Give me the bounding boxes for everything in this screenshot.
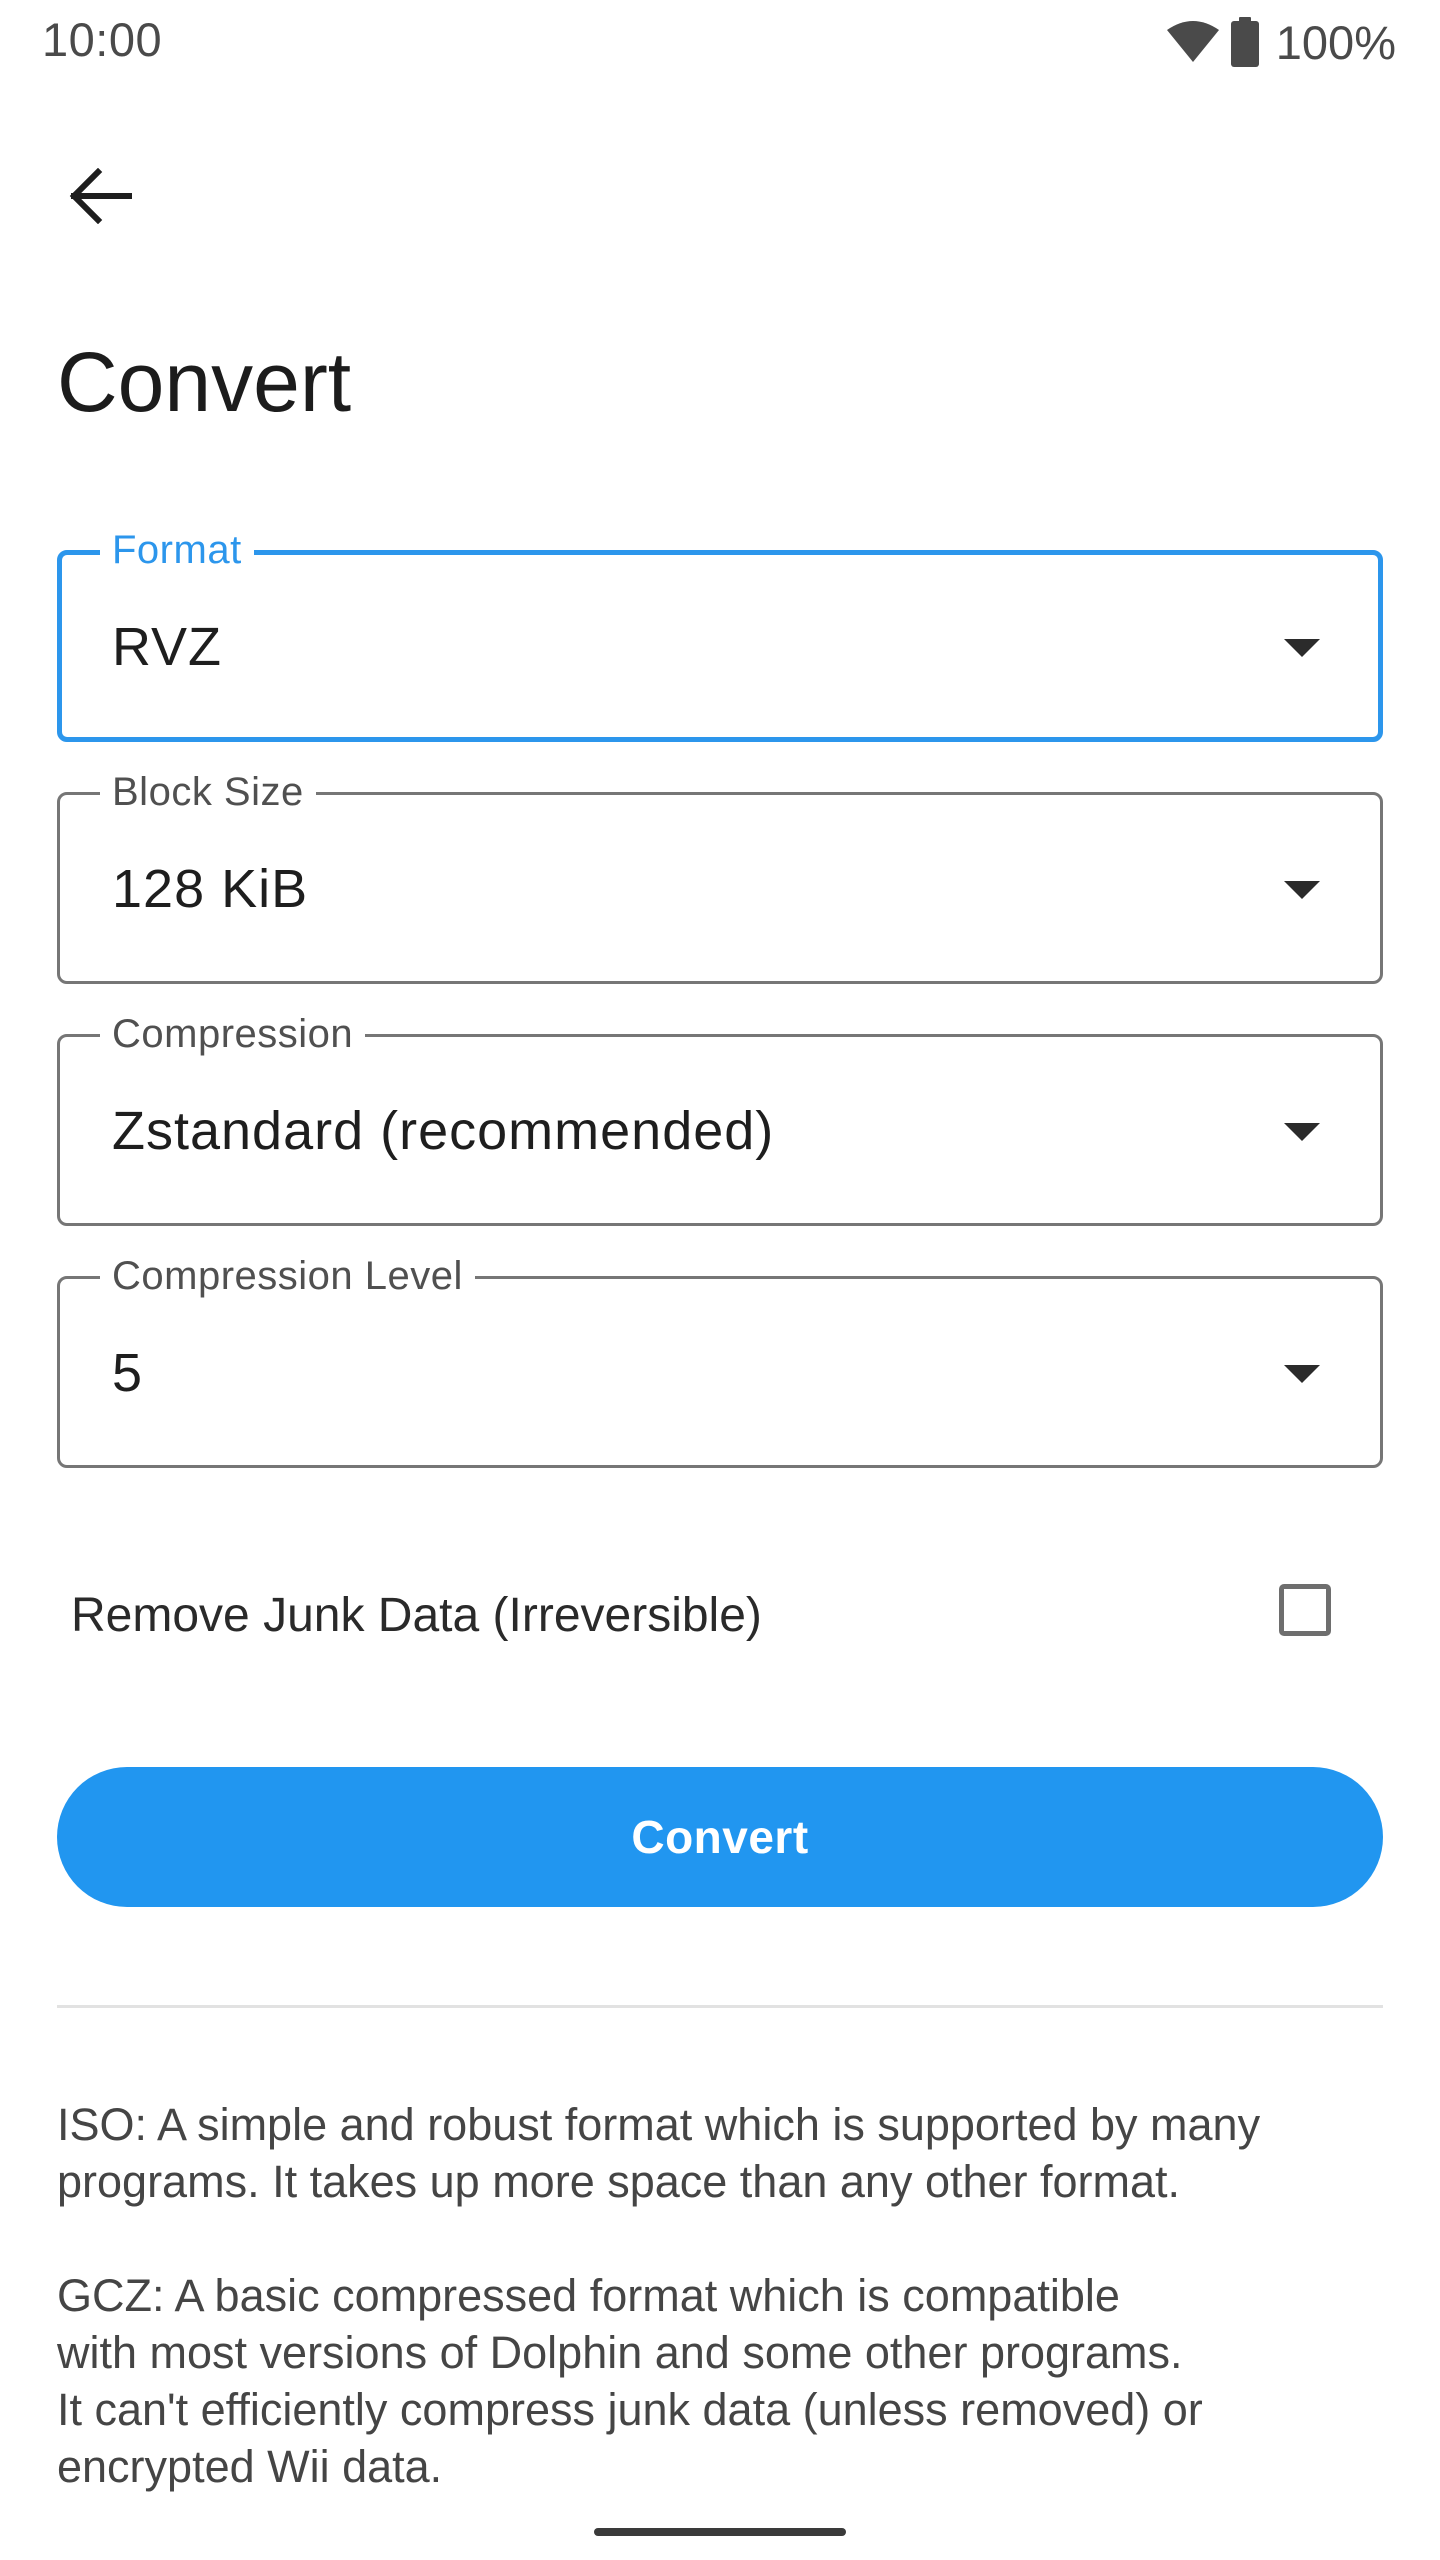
gesture-nav-handle[interactable]: [594, 2528, 846, 2536]
dropdown-arrow-icon: [1284, 881, 1320, 899]
back-button[interactable]: [52, 150, 148, 246]
gcz-description: GCZ: A basic compressed format which is …: [57, 2270, 1203, 2492]
compression-value: Zstandard (recommended): [112, 1101, 775, 1161]
convert-button[interactable]: Convert: [57, 1767, 1383, 1907]
compression-level-label: Compression Level: [100, 1251, 475, 1301]
remove-junk-row[interactable]: Remove Junk Data (Irreversible): [57, 1560, 1383, 1670]
battery-percent: 100%: [1275, 15, 1396, 69]
status-time: 10:00: [42, 13, 163, 66]
battery-icon: [1230, 17, 1260, 67]
block-size-label: Block Size: [100, 767, 316, 817]
compression-label: Compression: [100, 1009, 366, 1059]
wifi-icon: [1166, 20, 1220, 64]
block-size-value: 128 KiB: [112, 859, 309, 919]
remove-junk-checkbox[interactable]: [1279, 1584, 1331, 1636]
arrow-back-icon: [68, 167, 133, 229]
page-title: Convert: [57, 335, 352, 429]
format-value: RVZ: [112, 617, 223, 677]
compression-level-value: 5: [112, 1343, 144, 1403]
status-icons: 100%: [1166, 14, 1396, 70]
divider: [57, 2005, 1383, 2008]
format-dropdown[interactable]: Format RVZ: [57, 525, 1383, 742]
iso-description: ISO: A simple and robust format which is…: [57, 2099, 1261, 2207]
compression-level-dropdown[interactable]: Compression Level 5: [57, 1251, 1383, 1468]
compression-dropdown[interactable]: Compression Zstandard (recommended): [57, 1009, 1383, 1226]
format-label: Format: [100, 525, 254, 575]
dropdown-arrow-icon: [1284, 639, 1320, 657]
dropdown-arrow-icon: [1284, 1365, 1320, 1383]
remove-junk-label: Remove Junk Data (Irreversible): [71, 1589, 762, 1642]
format-description: ISO: A simple and robust format which is…: [57, 2096, 1397, 2552]
dropdown-arrow-icon: [1284, 1123, 1320, 1141]
block-size-dropdown[interactable]: Block Size 128 KiB: [57, 767, 1383, 984]
status-bar: 10:00 100%: [0, 0, 1440, 88]
